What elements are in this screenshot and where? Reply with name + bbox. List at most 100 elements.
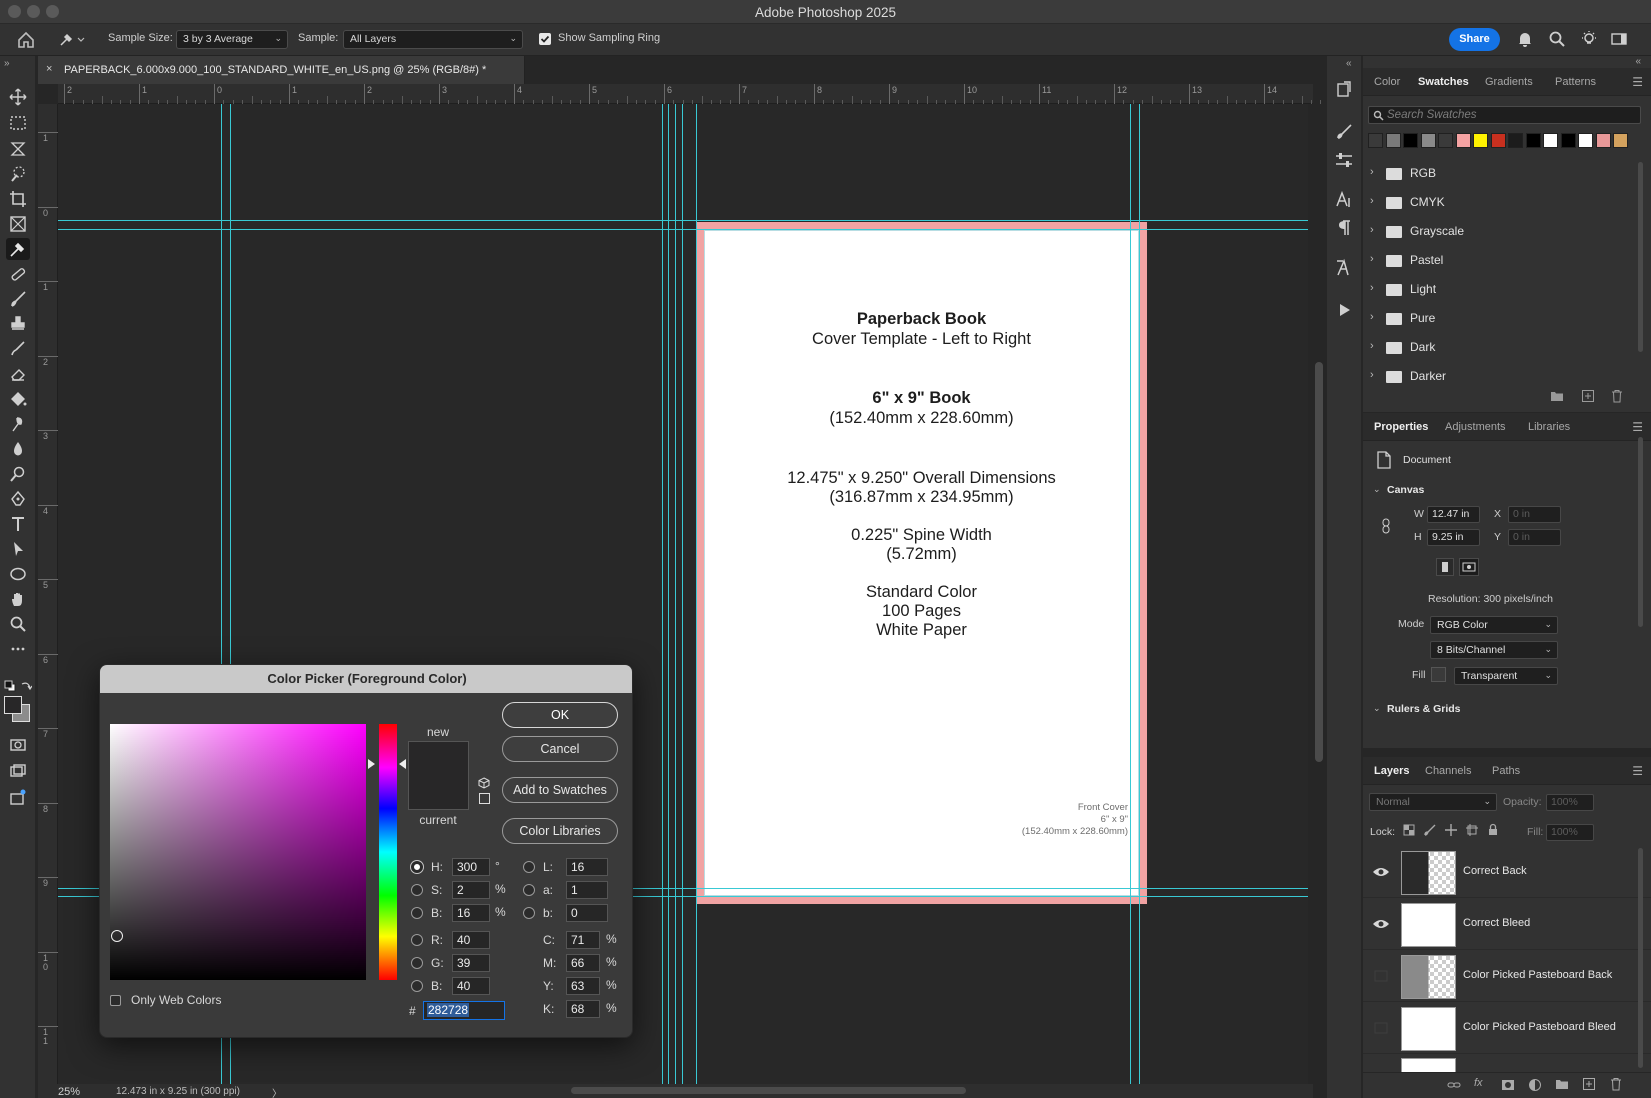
hand-tool-icon[interactable] bbox=[6, 588, 30, 610]
character-panel-icon[interactable] bbox=[1334, 190, 1354, 210]
properties-scrollbar-thumb[interactable] bbox=[1638, 437, 1643, 627]
sample-size-select[interactable]: 3 by 3 Average ⌄ bbox=[176, 30, 288, 49]
swatch[interactable] bbox=[1455, 133, 1471, 148]
tab-adjustments[interactable]: Adjustments bbox=[1445, 421, 1506, 433]
blur-tool-icon[interactable] bbox=[6, 438, 30, 460]
sample-select[interactable]: All Layers ⌄ bbox=[343, 30, 523, 49]
hue-slider-left-arrow[interactable] bbox=[368, 759, 375, 769]
search-icon[interactable] bbox=[1548, 30, 1566, 48]
swap-colors-icon[interactable] bbox=[20, 680, 32, 692]
screen-mode-icon[interactable] bbox=[6, 760, 30, 782]
swatch[interactable] bbox=[1438, 133, 1453, 148]
chevron-right-icon[interactable]: › bbox=[1370, 369, 1374, 381]
eyedropper-tool-icon[interactable] bbox=[6, 238, 30, 260]
document-tab[interactable]: × PAPERBACK_6.000x9.000_100_STANDARD_WHI… bbox=[38, 56, 525, 84]
blue-radio[interactable] bbox=[411, 980, 423, 992]
chevron-down-icon[interactable]: ⌄ bbox=[1373, 703, 1381, 714]
stamp-tool-icon[interactable] bbox=[6, 313, 30, 335]
zoom-tool-icon[interactable] bbox=[6, 613, 30, 635]
s-input[interactable]: 2 bbox=[452, 881, 490, 899]
new-group-icon[interactable] bbox=[1550, 390, 1564, 402]
guide-vertical[interactable] bbox=[1139, 104, 1140, 1084]
blue-input[interactable]: 40 bbox=[452, 977, 490, 995]
tab-libraries[interactable]: Libraries bbox=[1528, 421, 1570, 433]
lasso-tool-icon[interactable] bbox=[6, 138, 30, 160]
guide-horizontal[interactable] bbox=[58, 229, 1308, 230]
y-input[interactable]: 0 in bbox=[1508, 529, 1561, 546]
hue-radio[interactable] bbox=[411, 861, 423, 873]
lock-all-icon[interactable] bbox=[1487, 823, 1499, 836]
swatch-folder[interactable]: › Grayscale bbox=[1370, 222, 1630, 244]
saturation-radio[interactable] bbox=[411, 884, 423, 896]
only-web-colors-checkbox[interactable] bbox=[110, 995, 121, 1006]
chevron-right-icon[interactable]: › bbox=[1370, 224, 1374, 236]
swatch-folder[interactable]: › RGB bbox=[1370, 164, 1630, 186]
glyphs-panel-icon[interactable] bbox=[1334, 258, 1354, 278]
healing-brush-tool-icon[interactable] bbox=[6, 263, 30, 285]
collapse-panel-icon[interactable]: « bbox=[1635, 56, 1641, 67]
eye-icon[interactable] bbox=[1372, 865, 1390, 879]
lightbulb-icon[interactable] bbox=[1580, 30, 1598, 48]
chevron-right-icon[interactable]: › bbox=[1370, 253, 1374, 265]
bit-depth-select[interactable]: 8 Bits/Channel ⌄ bbox=[1430, 641, 1558, 659]
canvas-section-label[interactable]: Canvas bbox=[1387, 484, 1424, 496]
swatch[interactable] bbox=[1595, 133, 1611, 148]
swatch[interactable] bbox=[1508, 133, 1523, 148]
frame-tool-icon[interactable] bbox=[6, 213, 30, 235]
guide-vertical[interactable] bbox=[675, 104, 676, 1084]
swatch[interactable] bbox=[1420, 133, 1436, 148]
green-radio[interactable] bbox=[411, 957, 423, 969]
swatch-folder[interactable]: › Darker bbox=[1370, 367, 1630, 389]
panel-menu-icon[interactable]: ☰ bbox=[1632, 75, 1643, 89]
bell-icon[interactable] bbox=[1516, 30, 1534, 48]
smudge-tool-icon[interactable] bbox=[6, 413, 30, 435]
swatch[interactable] bbox=[1613, 133, 1628, 148]
adjustments-icon[interactable] bbox=[1334, 150, 1354, 170]
visibility-toggle[interactable] bbox=[1372, 1021, 1390, 1035]
swatches-scrollbar-thumb[interactable] bbox=[1638, 162, 1643, 352]
swatch-folder[interactable]: › Pastel bbox=[1370, 251, 1630, 273]
mode-select[interactable]: RGB Color ⌄ bbox=[1430, 616, 1558, 634]
chevron-right-icon[interactable]: › bbox=[1370, 166, 1374, 178]
portrait-orientation-icon[interactable] bbox=[1436, 558, 1454, 576]
current-color-swatch[interactable] bbox=[408, 776, 469, 810]
tab-layers[interactable]: Layers bbox=[1374, 765, 1409, 777]
swatch[interactable] bbox=[1473, 133, 1488, 148]
crop-tool-icon[interactable] bbox=[6, 188, 30, 210]
panel-menu-icon[interactable]: ☰ bbox=[1632, 420, 1643, 434]
layer-row[interactable]: Correct Back bbox=[1363, 848, 1651, 898]
brightness-radio[interactable] bbox=[411, 907, 423, 919]
collapse-toolbar-icon[interactable]: » bbox=[4, 58, 10, 69]
new-swatch-icon[interactable] bbox=[1581, 389, 1595, 403]
swatch[interactable] bbox=[1560, 133, 1576, 148]
lock-position-icon[interactable] bbox=[1445, 824, 1457, 836]
generative-icon[interactable] bbox=[6, 786, 30, 808]
a-radio[interactable] bbox=[523, 884, 535, 896]
guide-horizontal[interactable] bbox=[58, 220, 1308, 221]
ellipse-tool-icon[interactable] bbox=[6, 563, 30, 585]
new-group-icon[interactable] bbox=[1555, 1078, 1569, 1090]
brush-tool-icon[interactable] bbox=[6, 288, 30, 310]
fill-opacity-input[interactable]: 100% bbox=[1546, 824, 1594, 841]
swatch[interactable] bbox=[1490, 133, 1506, 148]
swatch[interactable] bbox=[1578, 133, 1593, 148]
l-input[interactable]: 16 bbox=[566, 858, 608, 876]
visibility-toggle[interactable] bbox=[1372, 969, 1390, 983]
collapse-panels-icon[interactable]: « bbox=[1346, 58, 1352, 69]
workspace-icon[interactable] bbox=[1610, 30, 1628, 48]
brush-settings-icon[interactable] bbox=[1334, 122, 1354, 142]
tab-paths[interactable]: Paths bbox=[1492, 765, 1520, 777]
path-selection-tool-icon[interactable] bbox=[6, 538, 30, 560]
ok-button[interactable]: OK bbox=[502, 702, 618, 728]
r-input[interactable]: 40 bbox=[452, 931, 490, 949]
lock-transparent-icon[interactable] bbox=[1403, 824, 1415, 836]
close-tab-icon[interactable]: × bbox=[46, 63, 52, 75]
panel-menu-icon[interactable]: ☰ bbox=[1632, 764, 1643, 778]
tab-color[interactable]: Color bbox=[1374, 76, 1400, 88]
link-layers-icon[interactable] bbox=[1447, 1078, 1461, 1092]
eye-icon[interactable] bbox=[1372, 917, 1390, 931]
add-to-swatches-button[interactable]: Add to Swatches bbox=[502, 777, 618, 803]
share-button[interactable]: Share bbox=[1449, 28, 1500, 51]
swatch-folder[interactable]: › Pure bbox=[1370, 309, 1630, 331]
b-lab-input[interactable]: 0 bbox=[566, 904, 608, 922]
